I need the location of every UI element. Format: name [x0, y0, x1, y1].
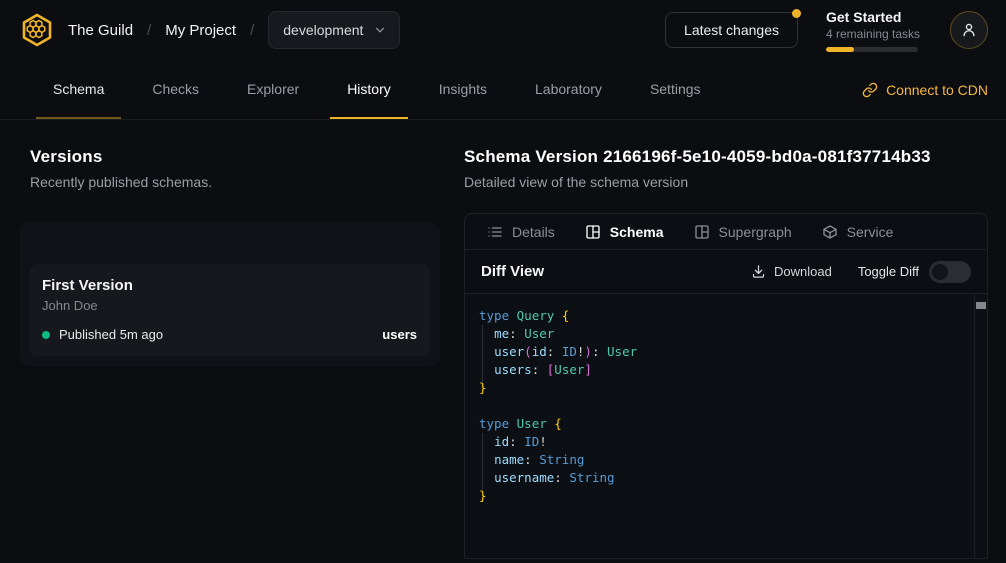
- latest-changes-button[interactable]: Latest changes: [665, 12, 798, 48]
- version-name: First Version: [42, 277, 417, 294]
- link-icon: [862, 82, 878, 98]
- code-scrollbar[interactable]: [974, 294, 987, 558]
- version-author: John Doe: [42, 298, 417, 313]
- main-content: Versions Recently published schemas. Fir…: [0, 120, 1006, 559]
- tab-laboratory[interactable]: Laboratory: [518, 60, 619, 119]
- breadcrumb: The Guild / My Project / development: [68, 11, 400, 49]
- detail-tab-supergraph[interactable]: Supergraph: [684, 214, 802, 249]
- detail-column: Schema Version 2166196f-5e10-4059-bd0a-0…: [464, 120, 1006, 559]
- latest-changes-label: Latest changes: [684, 22, 779, 38]
- detail-tab-label: Schema: [610, 224, 664, 240]
- tab-insights[interactable]: Insights: [422, 60, 504, 119]
- download-label: Download: [774, 264, 832, 279]
- breadcrumb-separator: /: [147, 22, 151, 39]
- download-button[interactable]: Download: [751, 264, 832, 279]
- header-right: Latest changes Get Started 4 remaining t…: [665, 9, 988, 52]
- diff-view-header: Diff View Download Toggle Diff: [465, 250, 987, 294]
- target-selector-dropdown[interactable]: development: [268, 11, 400, 49]
- versions-column: Versions Recently published schemas. Fir…: [0, 120, 464, 559]
- tab-schema[interactable]: Schema: [36, 60, 121, 119]
- indent-guide: [482, 325, 483, 382]
- target-selector-value: development: [283, 22, 363, 38]
- breadcrumb-org[interactable]: The Guild: [68, 22, 133, 39]
- detail-subtitle: Detailed view of the schema version: [464, 174, 988, 190]
- detail-tab-label: Details: [512, 224, 555, 240]
- get-started-widget[interactable]: Get Started 4 remaining tasks: [826, 9, 918, 52]
- versions-list-card: First Version John Doe Published 5m ago …: [20, 222, 440, 366]
- hive-hexagon-icon: [19, 12, 55, 48]
- published-status-dot: [42, 331, 50, 339]
- detail-tab-label: Supergraph: [719, 224, 792, 240]
- tab-settings[interactable]: Settings: [633, 60, 718, 119]
- breadcrumb-separator: /: [250, 22, 254, 39]
- toggle-knob: [932, 264, 948, 280]
- toggle-diff-control: Toggle Diff: [858, 261, 971, 283]
- guild-logo[interactable]: [18, 11, 56, 49]
- scrollbar-thumb[interactable]: [976, 302, 986, 309]
- user-avatar[interactable]: [950, 11, 988, 49]
- get-started-progressbar: [826, 47, 918, 52]
- schema-version-panel: Details Schema Supergraph: [464, 213, 988, 559]
- schema-code-area: type Query { me: User user(id: ID!): Use…: [465, 294, 987, 558]
- toggle-diff-label: Toggle Diff: [858, 264, 919, 279]
- schema-code[interactable]: type Query { me: User user(id: ID!): Use…: [465, 294, 987, 518]
- connect-to-cdn-link[interactable]: Connect to CDN: [862, 60, 988, 119]
- versions-subtitle: Recently published schemas.: [30, 174, 464, 190]
- get-started-subtitle: 4 remaining tasks: [826, 27, 918, 41]
- breadcrumb-project[interactable]: My Project: [165, 22, 236, 39]
- panels-icon: [694, 224, 710, 240]
- detail-tab-schema[interactable]: Schema: [575, 214, 674, 249]
- toggle-diff-switch[interactable]: [929, 261, 971, 283]
- diff-view-title: Diff View: [481, 263, 544, 280]
- person-icon: [960, 21, 978, 39]
- list-icon: [487, 224, 503, 240]
- detail-tab-label: Service: [847, 224, 894, 240]
- detail-tab-service[interactable]: Service: [812, 214, 904, 249]
- panels-icon: [585, 224, 601, 240]
- download-icon: [751, 264, 766, 279]
- detail-tab-details[interactable]: Details: [477, 214, 565, 249]
- target-nav: Schema Checks Explorer History Insights …: [0, 60, 1006, 120]
- tab-checks[interactable]: Checks: [135, 60, 216, 119]
- notification-dot: [792, 9, 801, 18]
- top-header: The Guild / My Project / development Lat…: [0, 0, 1006, 60]
- version-meta-row: Published 5m ago users: [42, 327, 417, 342]
- version-service-badge: users: [382, 327, 417, 342]
- detail-tabs: Details Schema Supergraph: [465, 214, 987, 250]
- cube-icon: [822, 224, 838, 240]
- detail-title: Schema Version 2166196f-5e10-4059-bd0a-0…: [464, 147, 988, 167]
- versions-title: Versions: [30, 147, 464, 167]
- version-status: Published 5m ago: [59, 327, 163, 342]
- get-started-title: Get Started: [826, 9, 918, 25]
- connect-to-cdn-label: Connect to CDN: [886, 82, 988, 98]
- tab-explorer[interactable]: Explorer: [230, 60, 316, 119]
- diff-actions: Download Toggle Diff: [751, 261, 971, 283]
- tab-history[interactable]: History: [330, 60, 408, 119]
- version-list-item[interactable]: First Version John Doe Published 5m ago …: [30, 264, 430, 356]
- nav-tabs: Schema Checks Explorer History Insights …: [36, 60, 718, 119]
- indent-guide: [482, 433, 483, 490]
- chevron-down-icon: [373, 23, 387, 37]
- get-started-progress-fill: [826, 47, 854, 52]
